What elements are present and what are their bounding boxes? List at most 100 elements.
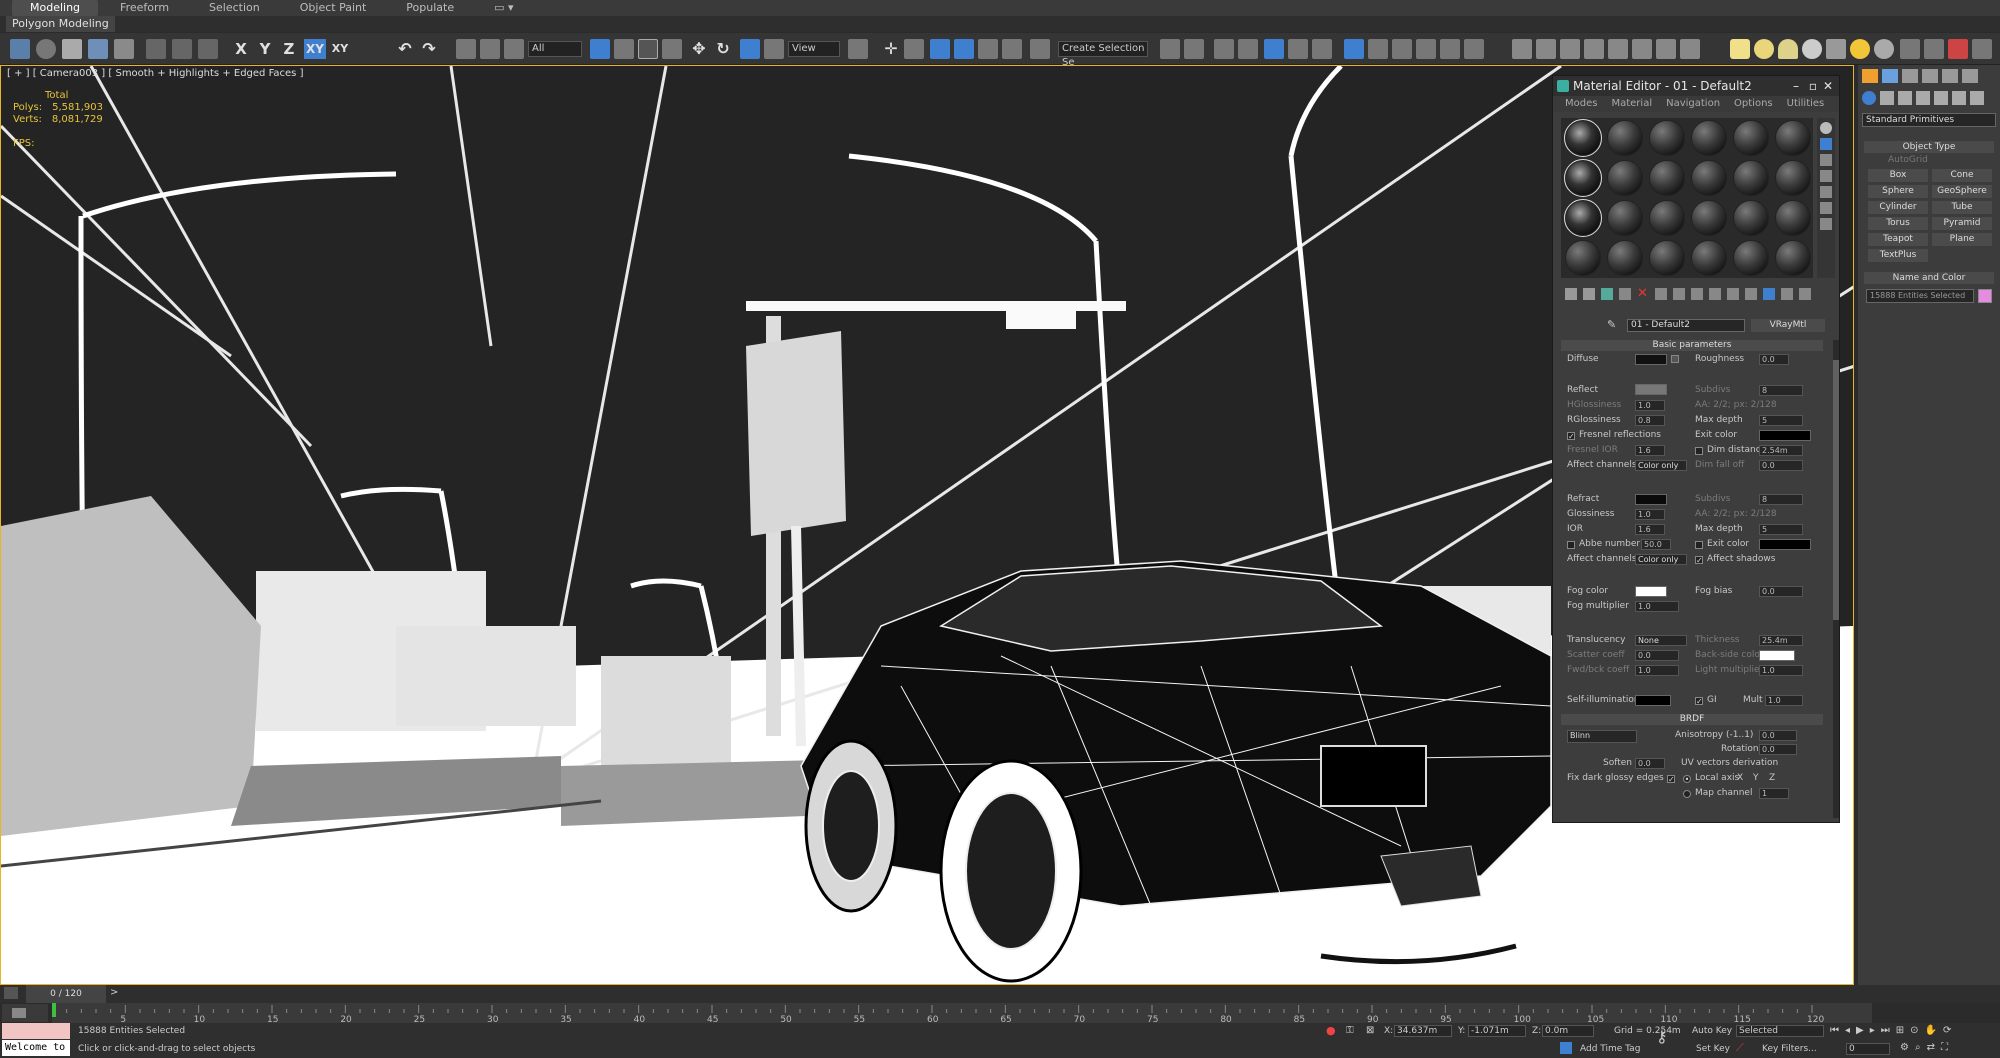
next-frame-button-icon[interactable]: ▸ [1870, 1025, 1875, 1039]
spacewarps-icon[interactable] [1952, 91, 1966, 105]
vray-frame-buffer-icon[interactable] [1512, 39, 1532, 59]
material-sample-slot[interactable] [1649, 240, 1685, 276]
render-in-cloud-icon[interactable] [1464, 39, 1484, 59]
vray-light-lister-icon[interactable] [1536, 39, 1556, 59]
time-tag-icon[interactable] [1560, 1042, 1572, 1054]
render-iterative-icon[interactable] [1416, 39, 1436, 59]
map-channel-spinner[interactable]: 1 [1759, 788, 1789, 799]
vray-plane-icon[interactable] [1924, 39, 1944, 59]
zoom-icon[interactable]: ⌕ [1915, 1042, 1921, 1056]
cone-button[interactable]: Cone [1932, 169, 1992, 182]
more-tools-icon[interactable] [1972, 39, 1992, 59]
go-forward-sibling-icon[interactable] [1763, 288, 1775, 300]
thickness-spinner[interactable]: 25.4m [1759, 635, 1803, 646]
fog-bias-spinner[interactable]: 0.0 [1759, 586, 1803, 597]
default-in-out-tangent-icon[interactable]: ⚷ [1656, 1027, 1676, 1051]
material-sample-slot[interactable] [1733, 240, 1769, 276]
affect-shadows-checkbox[interactable]: ✓ [1695, 556, 1703, 565]
material-sample-slot[interactable] [1775, 200, 1811, 236]
textplus-button[interactable]: TextPlus [1868, 249, 1928, 262]
menu-utilities[interactable]: Utilities [1787, 96, 1825, 112]
material-sample-slot[interactable] [1733, 200, 1769, 236]
maxscript-listener-field[interactable]: Welcome to [2, 1040, 70, 1056]
fresnel-ior-spinner[interactable]: 1.6 [1635, 445, 1665, 456]
material-sample-slot[interactable] [1564, 119, 1602, 157]
parameters-scrollbar[interactable] [1833, 340, 1839, 818]
angle-snap-icon[interactable] [954, 39, 974, 59]
select-object-icon[interactable] [146, 39, 166, 59]
undo-icon[interactable]: ↶ [396, 39, 414, 59]
dim-distance-checkbox[interactable] [1695, 447, 1703, 455]
video-color-check-icon[interactable] [1820, 186, 1832, 198]
pan-view-icon[interactable]: ✋ [1925, 1025, 1937, 1039]
rotation-spinner[interactable]: 0.0 [1759, 744, 1797, 755]
create-tab-icon[interactable] [1862, 69, 1878, 83]
go-to-parent-icon[interactable] [1745, 288, 1757, 300]
make-unique-icon[interactable] [1655, 288, 1667, 300]
ior-spinner[interactable]: 1.6 [1635, 524, 1665, 535]
reflect-subdivs-spinner[interactable]: 8 [1759, 385, 1803, 396]
y-coord-field[interactable]: -1.071m [1468, 1025, 1526, 1037]
vray-toolbar-icon[interactable] [1948, 39, 1968, 59]
axis-y-button[interactable]: Y [256, 39, 274, 59]
set-key-icon[interactable]: ⟋ [1736, 1042, 1750, 1054]
refract-exit-color-swatch[interactable] [1759, 539, 1811, 550]
vray-physical-camera-icon[interactable] [1608, 39, 1628, 59]
vray-proxy-icon[interactable] [1584, 39, 1604, 59]
modify-tab-icon[interactable] [1882, 69, 1898, 83]
vray-bitmap-icon[interactable] [1656, 39, 1676, 59]
helpers-icon[interactable] [1934, 91, 1948, 105]
light-multiplier-spinner[interactable]: 1.0 [1759, 665, 1803, 676]
translucency-dropdown[interactable]: None [1635, 635, 1687, 646]
reflect-color-swatch[interactable] [1635, 384, 1667, 395]
go-to-start-icon[interactable]: ⏮ [1830, 1025, 1839, 1039]
tab-modeling[interactable]: Modeling [12, 0, 99, 16]
maximize-viewport-icon[interactable]: ⛶ [1941, 1042, 1948, 1056]
fresnel-checkbox[interactable]: ✓ [1567, 432, 1575, 441]
material-sample-slot[interactable] [1733, 160, 1769, 196]
autogrid-checkbox[interactable]: AutoGrid [1888, 155, 1928, 165]
material-editor-titlebar[interactable]: Material Editor - 01 - Default2 – ▫ ✕ [1553, 76, 1839, 96]
roughness-spinner[interactable]: 0.0 [1759, 354, 1789, 365]
timeline-track[interactable]: 5 10 15 20 25 30 35 40 45 50 55 60 65 70 75 80 85 90 95 100… [52, 1003, 1872, 1023]
reflect-max-depth-spinner[interactable]: 5 [1759, 415, 1803, 426]
schematic-view-icon[interactable] [1288, 39, 1308, 59]
show-shaded-icon[interactable] [1709, 288, 1721, 300]
axis-z-button[interactable]: Z [280, 39, 298, 59]
self-illum-mult-spinner[interactable]: 1.0 [1765, 695, 1803, 706]
bind-icon[interactable] [504, 39, 524, 59]
ribbon-options-icon[interactable]: ▭ ▾ [476, 0, 531, 16]
tab-populate[interactable]: Populate [388, 0, 472, 16]
viewport-label[interactable]: [ + ] [ Camera003 ] [ Smooth + Highlight… [7, 68, 303, 79]
unlink-icon[interactable] [62, 39, 82, 59]
sun-positioner-icon[interactable] [1850, 39, 1870, 59]
align-icon[interactable] [1184, 39, 1204, 59]
vray-light-icon[interactable] [1730, 39, 1750, 59]
x-coord-field[interactable]: 34.637m [1394, 1025, 1452, 1037]
utilities-tab-icon[interactable] [1962, 69, 1978, 83]
keyboard-shortcut-icon[interactable] [904, 39, 924, 59]
get-material-icon[interactable] [1565, 288, 1577, 300]
material-id-channel-icon[interactable] [1691, 288, 1703, 300]
edit-named-selection-icon[interactable] [1030, 39, 1050, 59]
show-end-result-icon[interactable] [1727, 288, 1739, 300]
fix-dark-glossy-checkbox[interactable]: ✓ [1667, 775, 1675, 784]
backlight-icon[interactable] [1820, 138, 1832, 150]
timeline-toggle-icon[interactable] [4, 987, 18, 999]
axis-xy-toggle-button[interactable]: XY [330, 39, 350, 59]
reflect-exit-color-swatch[interactable] [1759, 430, 1811, 441]
add-time-tag-label[interactable]: Add Time Tag [1580, 1044, 1640, 1054]
delete-material-icon[interactable]: ✕ [1637, 287, 1649, 300]
object-name-field[interactable]: 15888 Entities Selected [1866, 289, 1974, 303]
play-icon[interactable]: ▶ [1856, 1025, 1864, 1039]
material-sample-slot[interactable] [1775, 160, 1811, 196]
refract-affect-channels-dropdown[interactable]: Color only [1635, 554, 1687, 565]
unlink-chain-icon[interactable] [480, 39, 500, 59]
material-sample-slot[interactable] [1775, 120, 1811, 156]
abbe-checkbox[interactable] [1567, 541, 1575, 549]
material-sample-slot[interactable] [1607, 160, 1643, 196]
tab-object-paint[interactable]: Object Paint [282, 0, 385, 16]
redo-icon[interactable]: ↷ [420, 39, 438, 59]
refract-color-swatch[interactable] [1635, 494, 1667, 505]
select-by-name-list-icon[interactable] [614, 39, 634, 59]
